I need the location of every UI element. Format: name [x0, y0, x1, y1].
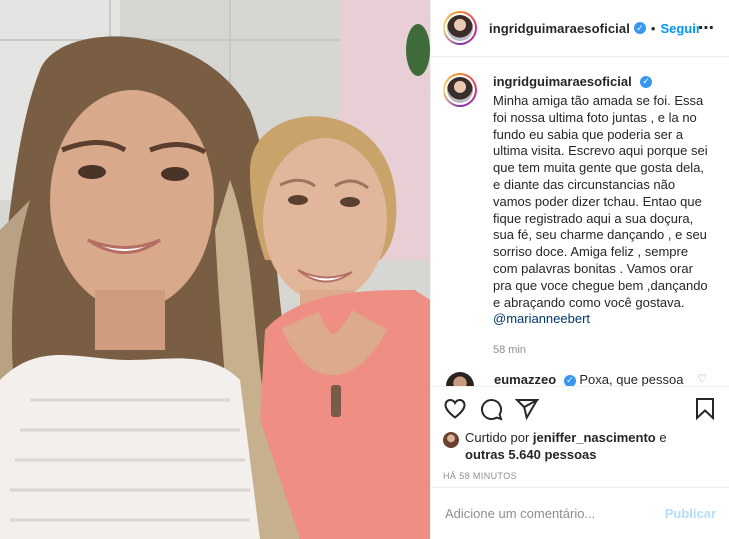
- add-comment-bar: Publicar: [431, 487, 729, 539]
- post-side-panel: ingridguimaraesoficial ✓ • Seguir ⋯ ingr…: [430, 0, 729, 539]
- avatar-photo: [447, 77, 473, 103]
- author-avatar[interactable]: [443, 11, 477, 45]
- share-icon[interactable]: [515, 397, 539, 421]
- comment-icon[interactable]: [479, 397, 503, 421]
- commenter-username[interactable]: eumazzeo: [494, 372, 556, 386]
- verified-badge-icon: ✓: [640, 75, 653, 88]
- comment-like-icon[interactable]: ♡: [697, 372, 707, 385]
- comment-input[interactable]: [445, 506, 665, 521]
- caption-timestamp[interactable]: 58 min: [493, 344, 713, 356]
- post-header: ingridguimaraesoficial ✓ • Seguir ⋯: [431, 0, 729, 57]
- heart-icon[interactable]: [443, 397, 467, 421]
- comment-item: eumazzeo ✓ Poxa, que pessoa ♡: [443, 372, 717, 386]
- post-photo[interactable]: [0, 0, 430, 539]
- caption-text: Minha amiga tão amada se foi. Essa foi n…: [493, 93, 708, 310]
- caption-username[interactable]: ingridguimaraesoficial: [493, 74, 632, 89]
- likes-summary: Curtido por jeniffer_nascimento e outras…: [431, 430, 729, 463]
- comments-section[interactable]: ingridguimaraesoficial ✓ Minha amiga tão…: [431, 57, 729, 386]
- liker-username[interactable]: jeniffer_nascimento: [533, 430, 656, 445]
- bookmark-icon[interactable]: [693, 397, 717, 421]
- likes-connector: e: [655, 430, 667, 445]
- post-timestamp[interactable]: HÁ 58 MINUTOS: [431, 471, 729, 481]
- likes-prefix: Curtido por: [465, 430, 533, 445]
- caption-mention-link[interactable]: @marianneebert: [493, 311, 713, 328]
- comment-text: Poxa, que pessoa: [579, 372, 684, 386]
- liker-avatar[interactable]: [443, 432, 459, 448]
- action-bar: [431, 386, 729, 430]
- more-options-icon[interactable]: ⋯: [698, 18, 715, 38]
- likes-others-link[interactable]: outras 5.640 pessoas: [465, 447, 597, 462]
- verified-badge-icon: ✓: [563, 374, 576, 386]
- header-separator: •: [650, 20, 656, 36]
- author-username[interactable]: ingridguimaraesoficial: [489, 21, 630, 36]
- follow-button[interactable]: Seguir: [660, 21, 700, 36]
- verified-badge-icon: ✓: [633, 22, 646, 34]
- avatar-photo: [447, 15, 473, 41]
- commenter-avatar[interactable]: [446, 372, 474, 386]
- caption: ingridguimaraesoficial ✓ Minha amiga tão…: [443, 73, 717, 356]
- post-photo-illustration: [0, 0, 430, 539]
- publish-button[interactable]: Publicar: [665, 506, 716, 521]
- caption-avatar[interactable]: [443, 73, 477, 107]
